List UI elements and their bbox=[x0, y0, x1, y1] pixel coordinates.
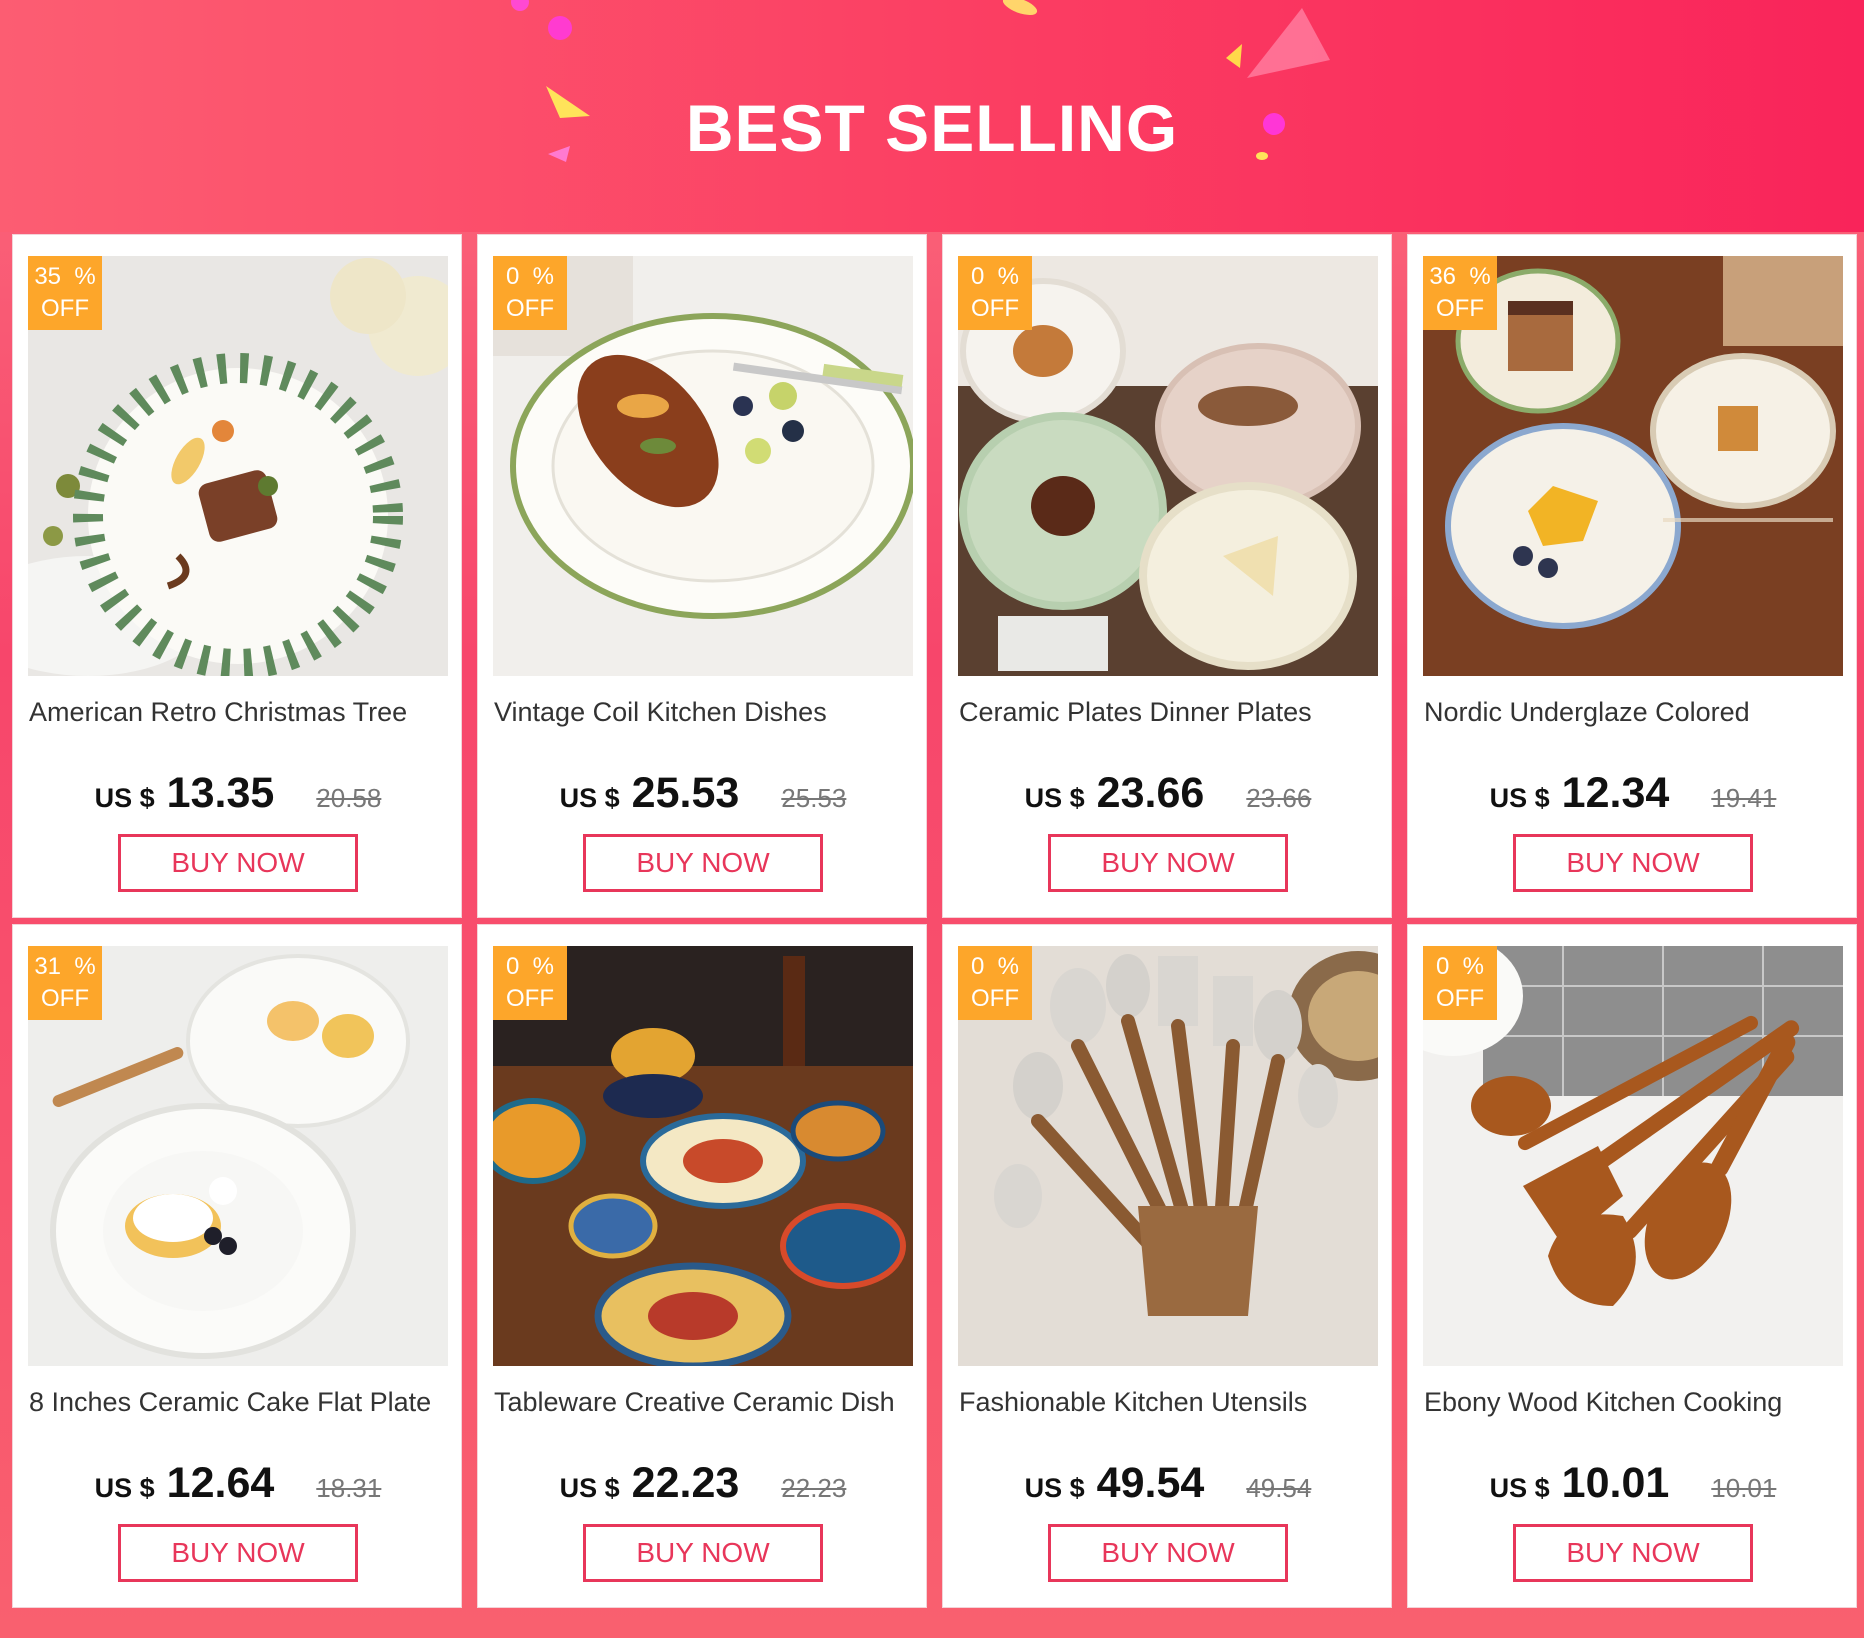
discount-off-label: OFF bbox=[41, 295, 89, 322]
price-row: US $ 49.54 49.54 bbox=[943, 1459, 1393, 1508]
current-price: 49.54 bbox=[1096, 1459, 1205, 1507]
product-card[interactable]: 0 % OFF Vintage Coil Kitchen Dishes US $… bbox=[477, 234, 927, 918]
discount-badge: 0 % OFF bbox=[1423, 946, 1497, 1020]
price-row: US $ 22.23 22.23 bbox=[478, 1459, 928, 1508]
original-price: 25.53 bbox=[781, 783, 847, 813]
page-title: BEST SELLING bbox=[685, 91, 1179, 165]
original-price: 22.23 bbox=[781, 1473, 847, 1503]
price-row: US $ 12.34 19.41 bbox=[1408, 769, 1858, 818]
current-price: 12.64 bbox=[166, 1459, 275, 1507]
product-grid: 35 % OFF American Retro Christmas Tree U… bbox=[12, 234, 1858, 1608]
header-banner: BEST SELLING bbox=[0, 0, 1864, 232]
discount-badge: 0 % OFF bbox=[493, 946, 567, 1020]
product-card[interactable]: 36 % OFF Nordic Underglaze Colored US $ 1… bbox=[1407, 234, 1857, 918]
discount-off-label: OFF bbox=[971, 985, 1019, 1012]
original-price: 10.01 bbox=[1711, 1473, 1777, 1503]
original-price: 18.31 bbox=[316, 1473, 382, 1503]
discount-off-label: OFF bbox=[506, 295, 554, 322]
original-price: 23.66 bbox=[1246, 783, 1312, 813]
discount-badge: 0 % OFF bbox=[493, 256, 567, 330]
discount-percent: 0 % bbox=[505, 953, 555, 980]
buy-now-button[interactable]: BUY NOW bbox=[1513, 1524, 1753, 1582]
currency-label: US $ bbox=[559, 1473, 620, 1503]
original-price: 49.54 bbox=[1246, 1473, 1312, 1503]
original-price: 20.58 bbox=[316, 783, 382, 813]
product-name[interactable]: Nordic Underglaze Colored bbox=[1424, 697, 1844, 728]
discount-percent: 35 % bbox=[34, 263, 96, 290]
product-name[interactable]: Ceramic Plates Dinner Plates bbox=[959, 697, 1379, 728]
discount-badge: 0 % OFF bbox=[958, 256, 1032, 330]
product-card[interactable]: 0 % OFF Tableware Creative Ceramic Dish … bbox=[477, 924, 927, 1608]
price-row: US $ 10.01 10.01 bbox=[1408, 1459, 1858, 1508]
current-price: 22.23 bbox=[631, 1459, 740, 1507]
discount-badge: 0 % OFF bbox=[958, 946, 1032, 1020]
buy-now-button[interactable]: BUY NOW bbox=[1048, 834, 1288, 892]
price-row: US $ 13.35 20.58 bbox=[13, 769, 463, 818]
currency-label: US $ bbox=[94, 1473, 155, 1503]
product-card[interactable]: 0 % OFF Fashionable Kitchen Utensils US … bbox=[942, 924, 1392, 1608]
currency-label: US $ bbox=[1489, 783, 1550, 813]
discount-off-label: OFF bbox=[506, 985, 554, 1012]
buy-now-button[interactable]: BUY NOW bbox=[1513, 834, 1753, 892]
product-name[interactable]: Fashionable Kitchen Utensils bbox=[959, 1387, 1379, 1418]
currency-label: US $ bbox=[1024, 1473, 1085, 1503]
product-name[interactable]: Ebony Wood Kitchen Cooking bbox=[1424, 1387, 1844, 1418]
buy-now-button[interactable]: BUY NOW bbox=[583, 1524, 823, 1582]
discount-off-label: OFF bbox=[1436, 985, 1484, 1012]
discount-percent: 0 % bbox=[505, 263, 555, 290]
currency-label: US $ bbox=[1024, 783, 1085, 813]
buy-now-button[interactable]: BUY NOW bbox=[1048, 1524, 1288, 1582]
discount-badge: 35 % OFF bbox=[28, 256, 102, 330]
current-price: 13.35 bbox=[166, 769, 275, 817]
product-name[interactable]: American Retro Christmas Tree bbox=[29, 697, 449, 728]
product-name[interactable]: Tableware Creative Ceramic Dish bbox=[494, 1387, 914, 1418]
price-row: US $ 25.53 25.53 bbox=[478, 769, 928, 818]
buy-now-button[interactable]: BUY NOW bbox=[118, 834, 358, 892]
original-price: 19.41 bbox=[1711, 783, 1777, 813]
discount-off-label: OFF bbox=[1436, 295, 1484, 322]
discount-off-label: OFF bbox=[971, 295, 1019, 322]
discount-percent: 0 % bbox=[1435, 953, 1485, 980]
current-price: 25.53 bbox=[631, 769, 740, 817]
discount-badge: 31 % OFF bbox=[28, 946, 102, 1020]
current-price: 23.66 bbox=[1096, 769, 1205, 817]
discount-badge: 36 % OFF bbox=[1423, 256, 1497, 330]
discount-percent: 31 % bbox=[34, 953, 96, 980]
product-name[interactable]: 8 Inches Ceramic Cake Flat Plate bbox=[29, 1387, 449, 1418]
price-row: US $ 12.64 18.31 bbox=[13, 1459, 463, 1508]
product-name[interactable]: Vintage Coil Kitchen Dishes bbox=[494, 697, 914, 728]
price-row: US $ 23.66 23.66 bbox=[943, 769, 1393, 818]
current-price: 12.34 bbox=[1561, 769, 1670, 817]
best-selling-page: BEST SELLING 35 % OFF American Retro Chr… bbox=[0, 0, 1864, 1638]
discount-percent: 36 % bbox=[1429, 263, 1491, 290]
product-card[interactable]: 31 % OFF 8 Inches Ceramic Cake Flat Plat… bbox=[12, 924, 462, 1608]
buy-now-button[interactable]: BUY NOW bbox=[118, 1524, 358, 1582]
buy-now-button[interactable]: BUY NOW bbox=[583, 834, 823, 892]
currency-label: US $ bbox=[559, 783, 620, 813]
product-card[interactable]: 0 % OFF Ebony Wood Kitchen Cooking US $ 1… bbox=[1407, 924, 1857, 1608]
discount-off-label: OFF bbox=[41, 985, 89, 1012]
discount-percent: 0 % bbox=[970, 263, 1020, 290]
currency-label: US $ bbox=[1489, 1473, 1550, 1503]
product-card[interactable]: 35 % OFF American Retro Christmas Tree U… bbox=[12, 234, 462, 918]
discount-percent: 0 % bbox=[970, 953, 1020, 980]
product-card[interactable]: 0 % OFF Ceramic Plates Dinner Plates US … bbox=[942, 234, 1392, 918]
current-price: 10.01 bbox=[1561, 1459, 1670, 1507]
currency-label: US $ bbox=[94, 783, 155, 813]
